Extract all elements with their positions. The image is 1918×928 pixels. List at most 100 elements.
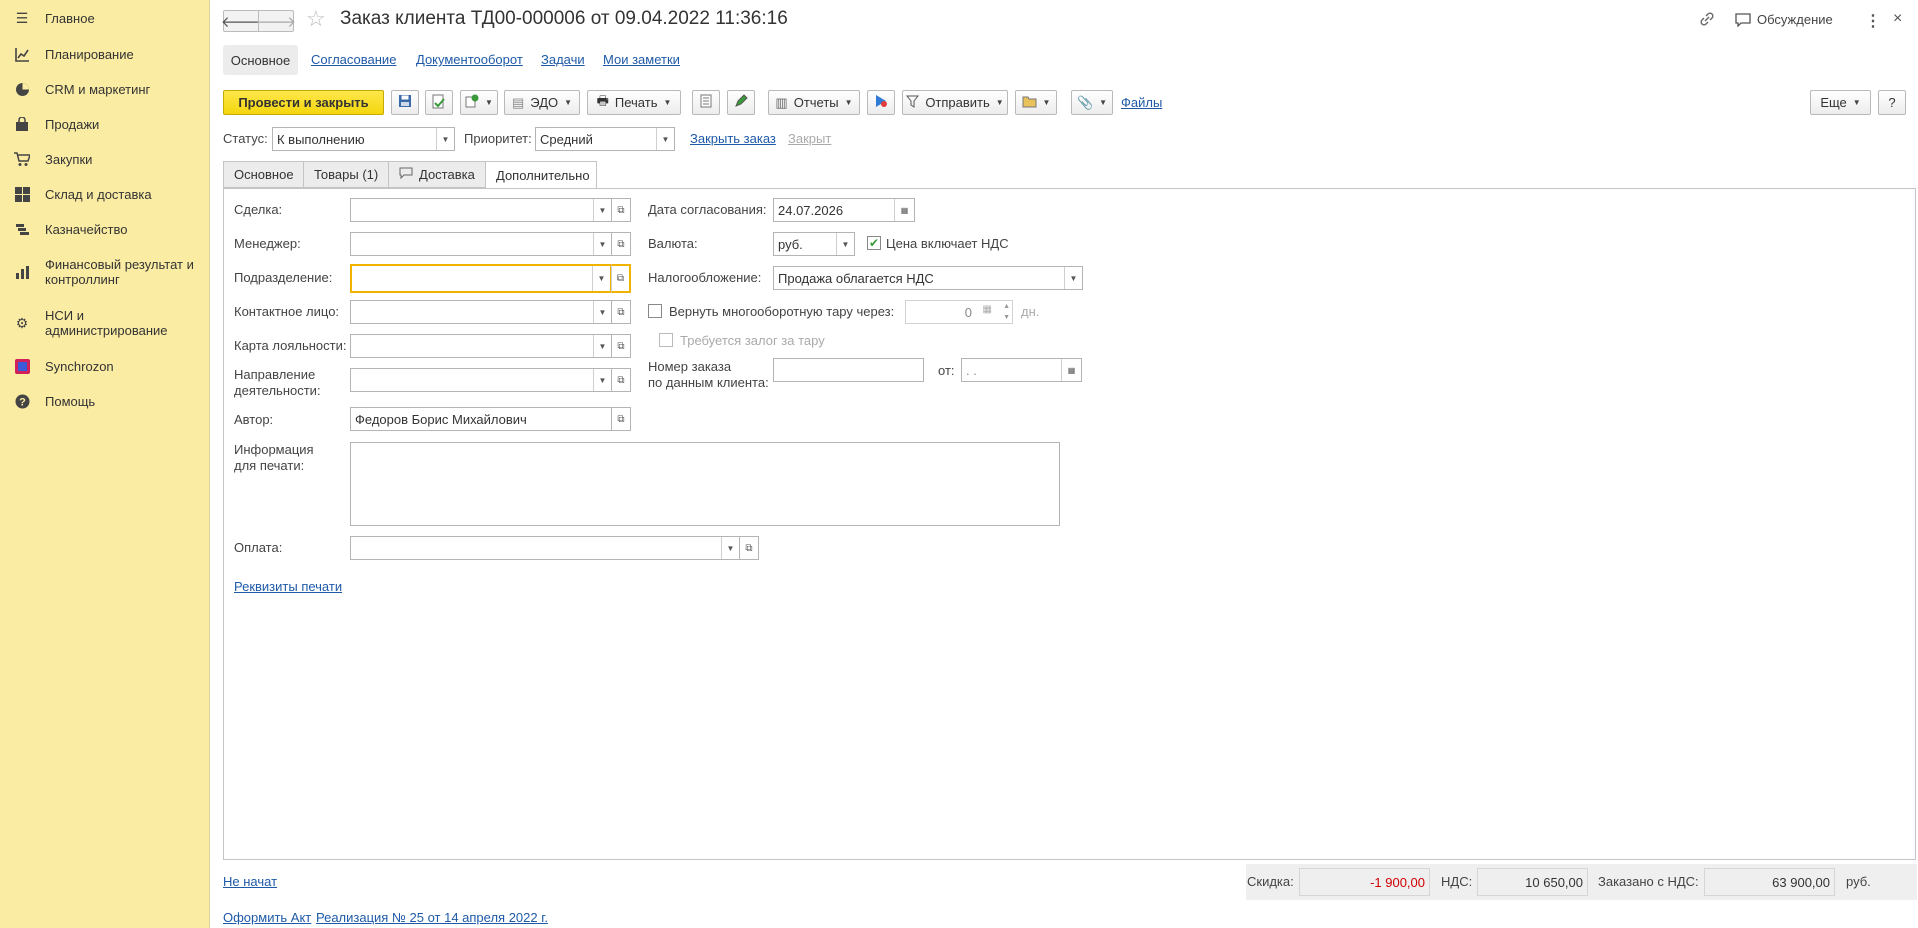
discount-value: -1 900,00 [1299, 868, 1430, 896]
status-value: К выполнению [277, 131, 365, 147]
calculator-icon[interactable]: ▦ [983, 304, 992, 315]
contact-field[interactable]: ▼ [350, 300, 612, 324]
priority-select[interactable]: Средний ▼ [535, 127, 675, 151]
calendar-icon[interactable]: ▦ [1061, 359, 1081, 381]
sidebar-item-purchases[interactable]: Закупки [0, 150, 210, 168]
spin-icon[interactable]: ▲ ▼ [1003, 301, 1010, 323]
return-tare-label: Вернуть многооборотную тару через: [669, 304, 895, 319]
sidebar-item-planning[interactable]: Планирование [0, 45, 210, 63]
chevron-down-icon[interactable]: ▼ [436, 128, 454, 150]
close-order-link[interactable]: Закрыть заказ [690, 131, 776, 146]
division-field[interactable]: ▼ [350, 264, 612, 293]
manager-field[interactable]: ▼ [350, 232, 612, 256]
tab-tasks[interactable]: Задачи [541, 52, 585, 67]
save-button[interactable] [391, 90, 419, 115]
tab-notes[interactable]: Мои заметки [603, 52, 680, 67]
chevron-down-icon[interactable]: ▼ [1064, 267, 1082, 289]
create-based-on-button[interactable]: ▼ [460, 90, 498, 115]
tab-document-flow[interactable]: Документооборот [416, 52, 523, 67]
chevron-down-icon[interactable]: ▼ [592, 266, 610, 291]
chevron-down-icon[interactable]: ▼ [721, 537, 739, 559]
open-icon[interactable]: ⧉ [739, 536, 759, 560]
run-button[interactable] [867, 90, 895, 115]
sidebar-item-crm[interactable]: CRM и маркетинг [0, 80, 210, 98]
print-info-textarea[interactable] [350, 442, 1060, 526]
return-days-field[interactable]: 0 ▦ ▲ ▼ [905, 300, 1013, 324]
open-icon[interactable]: ⧉ [611, 198, 631, 222]
tab-approval[interactable]: Согласование [311, 52, 396, 67]
edo-icon: ▤ [511, 94, 525, 110]
print-button[interactable]: 🖶 Печать ▼ [587, 90, 681, 115]
sidebar-item-label: Склад и доставка [45, 186, 152, 202]
realization-link[interactable]: Реализация № 25 от 14 апреля 2022 г. [316, 910, 548, 925]
sidebar-item-help[interactable]: ? Помощь [0, 392, 210, 410]
sidebar-item-sales[interactable]: Продажи [0, 115, 210, 133]
edo-button[interactable]: ▤ ЭДО ▼ [504, 90, 580, 115]
return-tare-checkbox[interactable] [648, 304, 662, 318]
sidebar-item-warehouse[interactable]: Склад и доставка [0, 185, 210, 203]
create-act-link[interactable]: Оформить Акт [223, 910, 311, 925]
arrow-right-icon: 🡒 [255, 13, 297, 31]
chevron-down-icon[interactable]: ▼ [593, 301, 611, 323]
sidebar-item-main[interactable]: ☰ Главное [0, 9, 210, 27]
post-button[interactable] [425, 90, 453, 115]
chevron-down-icon[interactable]: ▼ [836, 233, 854, 255]
deal-field[interactable]: ▼ [350, 198, 612, 222]
status-not-started-link[interactable]: Не начат [223, 874, 277, 889]
chevron-down-icon[interactable]: ▼ [593, 233, 611, 255]
tab-main[interactable]: Основное [223, 45, 298, 75]
open-icon[interactable]: ⧉ [611, 368, 631, 392]
taxation-select[interactable]: Продажа облагается НДС ▼ [773, 266, 1083, 290]
calendar-icon[interactable]: ▦ [894, 199, 914, 221]
chevron-down-icon[interactable]: ▼ [656, 128, 674, 150]
form-tab-main[interactable]: Основное [223, 161, 304, 188]
document-button[interactable] [692, 90, 720, 115]
client-order-date-field[interactable]: . . ▦ [961, 358, 1082, 382]
pen-icon [734, 94, 748, 111]
status-label: Статус: [223, 131, 268, 146]
sidebar-item-finance[interactable]: Финансовый результат и контроллинг [0, 256, 210, 288]
send-button[interactable]: Отправить ▼ [902, 90, 1008, 115]
print-details-link[interactable]: Реквизиты печати [234, 579, 342, 594]
reports-button[interactable]: ▥ Отчеты ▼ [768, 90, 860, 115]
chevron-down-icon[interactable]: ▼ [593, 199, 611, 221]
attach-button[interactable]: 📎 ▼ [1071, 90, 1113, 115]
form-tab-delivery[interactable]: Доставка [388, 161, 486, 188]
attachments-menu-button[interactable]: ▼ [1015, 90, 1057, 115]
tab-label: Доставка [419, 167, 475, 182]
help-button[interactable]: ? [1878, 90, 1906, 115]
files-link[interactable]: Файлы [1121, 95, 1162, 110]
status-select[interactable]: К выполнению ▼ [272, 127, 455, 151]
more-menu-icon[interactable]: ⋮ [1865, 11, 1881, 31]
chevron-down-icon[interactable]: ▼ [593, 335, 611, 357]
client-order-number-field[interactable] [773, 358, 924, 382]
sidebar-item-nsi[interactable]: ⚙ НСИ и администрирование [0, 307, 210, 339]
link-icon[interactable] [1699, 11, 1715, 31]
post-and-close-button[interactable]: Провести и закрыть [223, 90, 384, 115]
back-button[interactable]: 🡐 [221, 10, 261, 32]
currency-select[interactable]: руб. ▼ [773, 232, 855, 256]
price-includes-vat-checkbox[interactable]: ✔ [867, 236, 881, 250]
discussion-button[interactable]: Обсуждение [1735, 12, 1833, 27]
approval-date-field[interactable]: 24.07.2026 ▦ [773, 198, 915, 222]
direction-field[interactable]: ▼ [350, 368, 612, 392]
form-tab-goods[interactable]: Товары (1) [303, 161, 389, 188]
payment-field[interactable]: ▼ [350, 536, 740, 560]
star-icon[interactable]: ☆ [306, 6, 326, 32]
sidebar-item-treasury[interactable]: Казначейство [0, 220, 210, 238]
sidebar-item-synchrozon[interactable]: Synchrozon [0, 357, 210, 375]
open-icon[interactable]: ⧉ [611, 334, 631, 358]
open-icon[interactable]: ⧉ [611, 232, 631, 256]
open-icon[interactable]: ⧉ [611, 264, 631, 293]
chevron-down-icon[interactable]: ▼ [593, 369, 611, 391]
open-icon[interactable]: ⧉ [611, 300, 631, 324]
loyalty-field[interactable]: ▼ [350, 334, 612, 358]
close-icon[interactable]: × [1893, 10, 1902, 28]
form-tab-additional[interactable]: Дополнительно [485, 161, 597, 189]
open-icon[interactable]: ⧉ [611, 407, 631, 431]
discount-label: Скидка: [1247, 874, 1294, 889]
sign-button[interactable] [727, 90, 755, 115]
forward-button[interactable]: 🡒 [255, 10, 297, 32]
more-button[interactable]: Еще ▼ [1810, 90, 1871, 115]
discussion-label: Обсуждение [1757, 12, 1833, 27]
